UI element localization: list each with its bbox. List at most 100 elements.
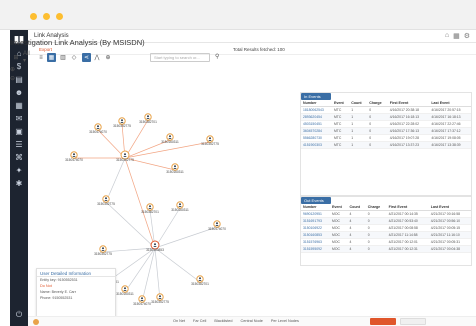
- out-events-cell: 4/21/2017 00:04:38: [428, 245, 471, 253]
- legend-item: Per Level Nodes: [270, 319, 299, 323]
- in-events-cell: 4/16/2017 19:08:05: [429, 134, 471, 142]
- out-events-cell: 4: [347, 231, 366, 239]
- window-dot[interactable]: [43, 13, 50, 20]
- sidebar-power-icon[interactable]: ⏻: [14, 310, 24, 320]
- out-events-cell: 4/21/2017 11:14:58: [386, 231, 429, 239]
- share-icon[interactable]: ⋖: [82, 53, 91, 62]
- in-events-row[interactable]: 18180062543 MTC 1 0 4/16/2017 20:38:18 4/16/2…: [301, 106, 471, 114]
- out-events-cell: 4/21/2017 00:56:10: [428, 217, 471, 225]
- in-events-row[interactable]: 4151900303 MTC 1 0 4/16/2017 13:37:23 4/16/20…: [301, 141, 471, 149]
- in-events-cell: 0: [367, 141, 388, 149]
- window-dot[interactable]: [56, 13, 63, 20]
- graph-search-input[interactable]: Start typing to search or...: [150, 53, 210, 62]
- out-events-cell: 0: [365, 245, 387, 253]
- in-events-row[interactable]: 3604570284 MTC 1 0 4/16/2017 17:36:13 4/16/20…: [301, 127, 471, 135]
- status-icon: [33, 319, 39, 325]
- user-info-title: User Detailed Information: [37, 269, 115, 277]
- legend-item: Blacklisted: [214, 319, 233, 323]
- home-icon[interactable]: ⌂: [445, 32, 449, 40]
- out-events-cell: 0: [365, 224, 387, 232]
- out-events-cell: 4: [347, 238, 366, 246]
- out-events-row[interactable]: 3151595092 MOC 4 0 4/21/2017 00:12:31 4/21/20…: [301, 245, 471, 253]
- out-events-cell: 4/21/2017 00:05:31: [428, 238, 471, 246]
- user-info-panel: User Detailed Information Entity key: 91…: [36, 268, 116, 320]
- in-events-row[interactable]: 4503150451 MTC 1 0 4/16/2017 22:28:02 4/16/20…: [301, 120, 471, 128]
- out-events-cell: MOC: [330, 217, 348, 225]
- out-events-cell: 0: [365, 238, 387, 246]
- in-events-cell: 0: [367, 127, 388, 135]
- zoom-out-icon[interactable]: ⊖: [10, 75, 15, 82]
- out-events-cell: 3151691793: [301, 217, 331, 225]
- out-events-row[interactable]: 3150106922 MOC 4 0 4/21/2017 00:08:58 4/21/20…: [301, 224, 471, 232]
- tree-icon[interactable]: ⋀: [93, 53, 101, 62]
- sidebar-chat-icon[interactable]: ✉: [14, 113, 24, 123]
- in-events-cell: MTC: [331, 120, 350, 128]
- out-events-cell: MOC: [330, 210, 348, 218]
- window-dot[interactable]: [30, 13, 37, 20]
- sidebar-user-icon[interactable]: ☻: [14, 87, 24, 97]
- footer-secondary-button[interactable]: [400, 318, 426, 325]
- sidebar-shield-icon[interactable]: ✦: [14, 165, 24, 175]
- zoom-in-icon[interactable]: ⊕: [10, 66, 15, 73]
- out-events-cell: 9690120951: [301, 210, 331, 218]
- in-events-cell: MTC: [331, 106, 350, 114]
- sidebar-report-icon[interactable]: ▣: [14, 126, 24, 136]
- in-events-cell: 1: [349, 134, 368, 142]
- layout-icon[interactable]: ⊞: [12, 53, 20, 62]
- out-events-cell: 4/21/2017 00:08:58: [386, 224, 429, 232]
- in-events-cell: 1: [349, 127, 368, 135]
- in-events-cell: 18180062543: [301, 106, 332, 114]
- filter-icon[interactable]: ◇: [70, 53, 78, 62]
- in-events-cell: 1: [349, 113, 368, 121]
- out-events-heading: Out Events: [301, 197, 331, 204]
- in-events-cell: 4/16/2017 16:18:13: [387, 113, 430, 121]
- out-events-cell: 4/21/2017 11:16:10: [428, 231, 471, 239]
- all-dropdown[interactable]: All ▾: [23, 51, 33, 64]
- grid-icon[interactable]: ▦: [453, 32, 460, 40]
- out-events-cell: 4: [347, 210, 366, 218]
- out-events-cell: 4/21/2017 00:12:01: [386, 238, 429, 246]
- out-events-cell: 4/21/2017 00:53:40: [386, 217, 429, 225]
- sidebar-network-icon[interactable]: ⌘: [14, 152, 24, 162]
- out-events-panel: Out Events Number Event Count Charge First E…: [300, 196, 472, 266]
- in-events-row[interactable]: 5566280730 MTC 1 0 4/16/2017 19:07:28 4/16/20…: [301, 134, 471, 142]
- out-events-cell: 4/21/2017 00:16:58: [428, 210, 471, 218]
- settings-icon[interactable]: ⚙: [464, 32, 470, 40]
- user-phone: Phone: 9150552531: [40, 296, 73, 300]
- out-events-cell: MOC: [330, 245, 348, 253]
- in-events-cell: MTC: [331, 141, 350, 149]
- in-events-cell: 2893620454: [301, 113, 332, 121]
- out-events-cell: 3151595092: [301, 245, 331, 253]
- table-view-icon[interactable]: ▥: [59, 53, 67, 62]
- list-icon[interactable]: ≡: [37, 53, 45, 62]
- out-events-cell: MOC: [330, 231, 348, 239]
- sidebar-book-icon[interactable]: ▤: [14, 74, 24, 84]
- search-icon[interactable]: ⚲: [215, 53, 219, 60]
- graph-view-icon[interactable]: ▦: [47, 53, 56, 62]
- out-events-row[interactable]: 9690120951 MOC 4 0 4/21/2017 00:14:35 4/21/20…: [301, 210, 471, 218]
- out-events-row[interactable]: 3151576963 MOC 4 0 4/21/2017 00:12:01 4/21/20…: [301, 238, 471, 246]
- in-events-cell: 0: [367, 113, 388, 121]
- expand-icon[interactable]: ⊕: [104, 53, 112, 62]
- sidebar-settings-icon[interactable]: ✱: [14, 178, 24, 188]
- footer-primary-button[interactable]: [370, 318, 396, 325]
- in-events-cell: 4/16/2017 19:07:28: [387, 134, 430, 142]
- legend-item: On Net: [173, 319, 186, 323]
- out-events-row[interactable]: 3151691793 MOC 4 0 4/21/2017 00:53:40 4/21/20…: [301, 217, 471, 225]
- in-events-cell: 4/16/2017 22:27:46: [429, 120, 471, 128]
- in-events-cell: 4/16/2017 13:38:39: [429, 141, 471, 149]
- in-events-cell: 1: [349, 106, 368, 114]
- sidebar-building-icon[interactable]: ▦: [14, 100, 24, 110]
- out-events-cell: 4/21/2017 00:05:15: [428, 224, 471, 232]
- out-events-row[interactable]: 3150160853 MOC 4 0 4/21/2017 11:14:58 4/21/20…: [301, 231, 471, 239]
- out-events-table: Number Event Count Charge First Event Last Ev…: [301, 204, 471, 253]
- in-events-row[interactable]: 2893620454 MTC 1 0 4/16/2017 16:18:13 4/16/20…: [301, 113, 471, 121]
- out-events-cell: 0: [365, 210, 387, 218]
- sidebar-list-icon[interactable]: ☰: [14, 139, 24, 149]
- out-events-cell: 3150106922: [301, 224, 331, 232]
- legend-item: Central Node: [240, 319, 263, 323]
- in-events-cell: 4/16/2017 20:57:15: [429, 106, 471, 114]
- in-events-cell: 0: [367, 120, 388, 128]
- in-events-cell: 4/16/2017 17:37:12: [429, 127, 471, 135]
- window-chrome: [0, 0, 476, 30]
